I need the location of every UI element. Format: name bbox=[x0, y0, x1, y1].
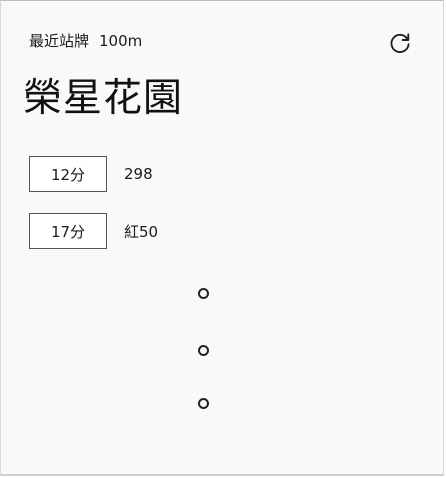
loading-dot bbox=[198, 398, 209, 409]
nearest-stop-header: 最近站牌 100m bbox=[29, 30, 142, 51]
refresh-icon[interactable] bbox=[387, 30, 413, 56]
bus-stop-card: 最近站牌 100m 榮星花園 12分 298 17分 紅50 bbox=[0, 0, 444, 476]
loading-dot bbox=[198, 288, 209, 299]
loading-dot bbox=[198, 345, 209, 356]
stop-name-title: 榮星花園 bbox=[23, 76, 184, 121]
eta-badge[interactable]: 17分 bbox=[29, 213, 107, 249]
arrival-row[interactable]: 17分 紅50 bbox=[29, 212, 158, 250]
arrival-row[interactable]: 12分 298 bbox=[29, 155, 153, 193]
route-number: 紅50 bbox=[124, 222, 159, 241]
eta-badge[interactable]: 12分 bbox=[29, 156, 107, 192]
distance-value: 100m bbox=[99, 32, 143, 50]
nearest-stop-label: 最近站牌 bbox=[29, 32, 90, 50]
route-number: 298 bbox=[124, 165, 153, 183]
